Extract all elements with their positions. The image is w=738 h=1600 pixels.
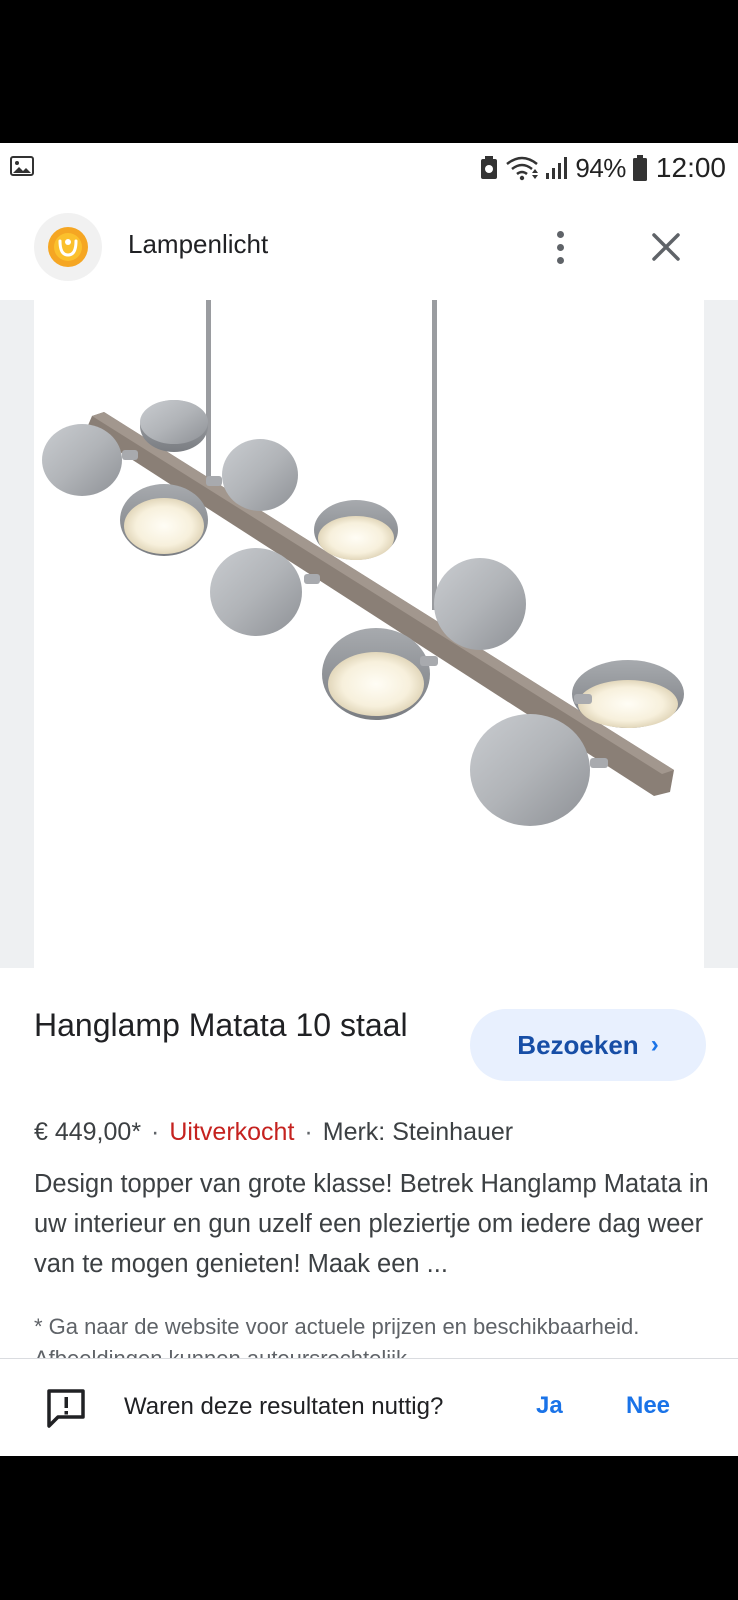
close-icon[interactable] — [644, 225, 688, 269]
separator-dot: · — [151, 1118, 160, 1146]
site-logo[interactable] — [34, 213, 102, 281]
phone-screen: 94% 12:00 Lampenlicht Hanglamp Matata 10… — [0, 143, 738, 1456]
product-description: Design topper van grote klasse! Betrek H… — [34, 1170, 709, 1278]
top-black-bar — [0, 0, 738, 143]
chevron-right-icon: › — [650, 1031, 659, 1058]
more-vert-icon-dot — [556, 230, 564, 238]
availability-status: Uitverkocht — [169, 1118, 295, 1146]
clock: 12:00 — [655, 152, 726, 183]
status-right: 94% 12:00 — [479, 149, 726, 187]
lampenlicht-logo-icon — [48, 227, 88, 267]
product-title[interactable]: Hanglamp Matata 10 staal — [34, 1001, 434, 1049]
more-vert-icon-dot — [556, 256, 564, 264]
image-icon — [10, 156, 34, 176]
bottom-black-bar — [0, 1456, 738, 1600]
nfc-icon — [481, 156, 498, 179]
visit-button[interactable]: Bezoeken › — [470, 1009, 706, 1081]
image-area — [0, 300, 738, 968]
result-header: Lampenlicht — [0, 205, 738, 289]
visit-button-label: Bezoeken — [517, 1029, 639, 1060]
more-vert-icon-dot — [556, 243, 564, 251]
feedback-question: Waren deze resultaten nuttig? — [124, 1393, 444, 1420]
separator-dot: · — [304, 1118, 313, 1146]
battery-icon — [632, 155, 647, 181]
product-meta: € 449,00* · Uitverkocht · Merk: Steinhauer — [34, 1118, 513, 1147]
feedback-no-button[interactable]: Nee — [626, 1392, 670, 1420]
wifi-icon — [506, 156, 539, 181]
brand: Merk: Steinhauer — [322, 1118, 514, 1146]
lamp-heads — [42, 400, 684, 826]
status-bar: 94% 12:00 — [0, 143, 738, 193]
price: € 449,00* — [34, 1118, 142, 1146]
signal-icon — [546, 157, 568, 179]
feedback-icon — [47, 1389, 85, 1428]
pendant-lamp-illustration — [42, 300, 684, 826]
more-options-button[interactable] — [540, 219, 580, 275]
product-image[interactable] — [34, 300, 704, 968]
site-name[interactable]: Lampenlicht — [128, 229, 268, 260]
feedback-yes-button[interactable]: Ja — [536, 1392, 563, 1420]
battery-percent: 94% — [575, 152, 626, 183]
feedback-bar: Waren deze resultaten nuttig? Ja Nee — [0, 1358, 738, 1456]
